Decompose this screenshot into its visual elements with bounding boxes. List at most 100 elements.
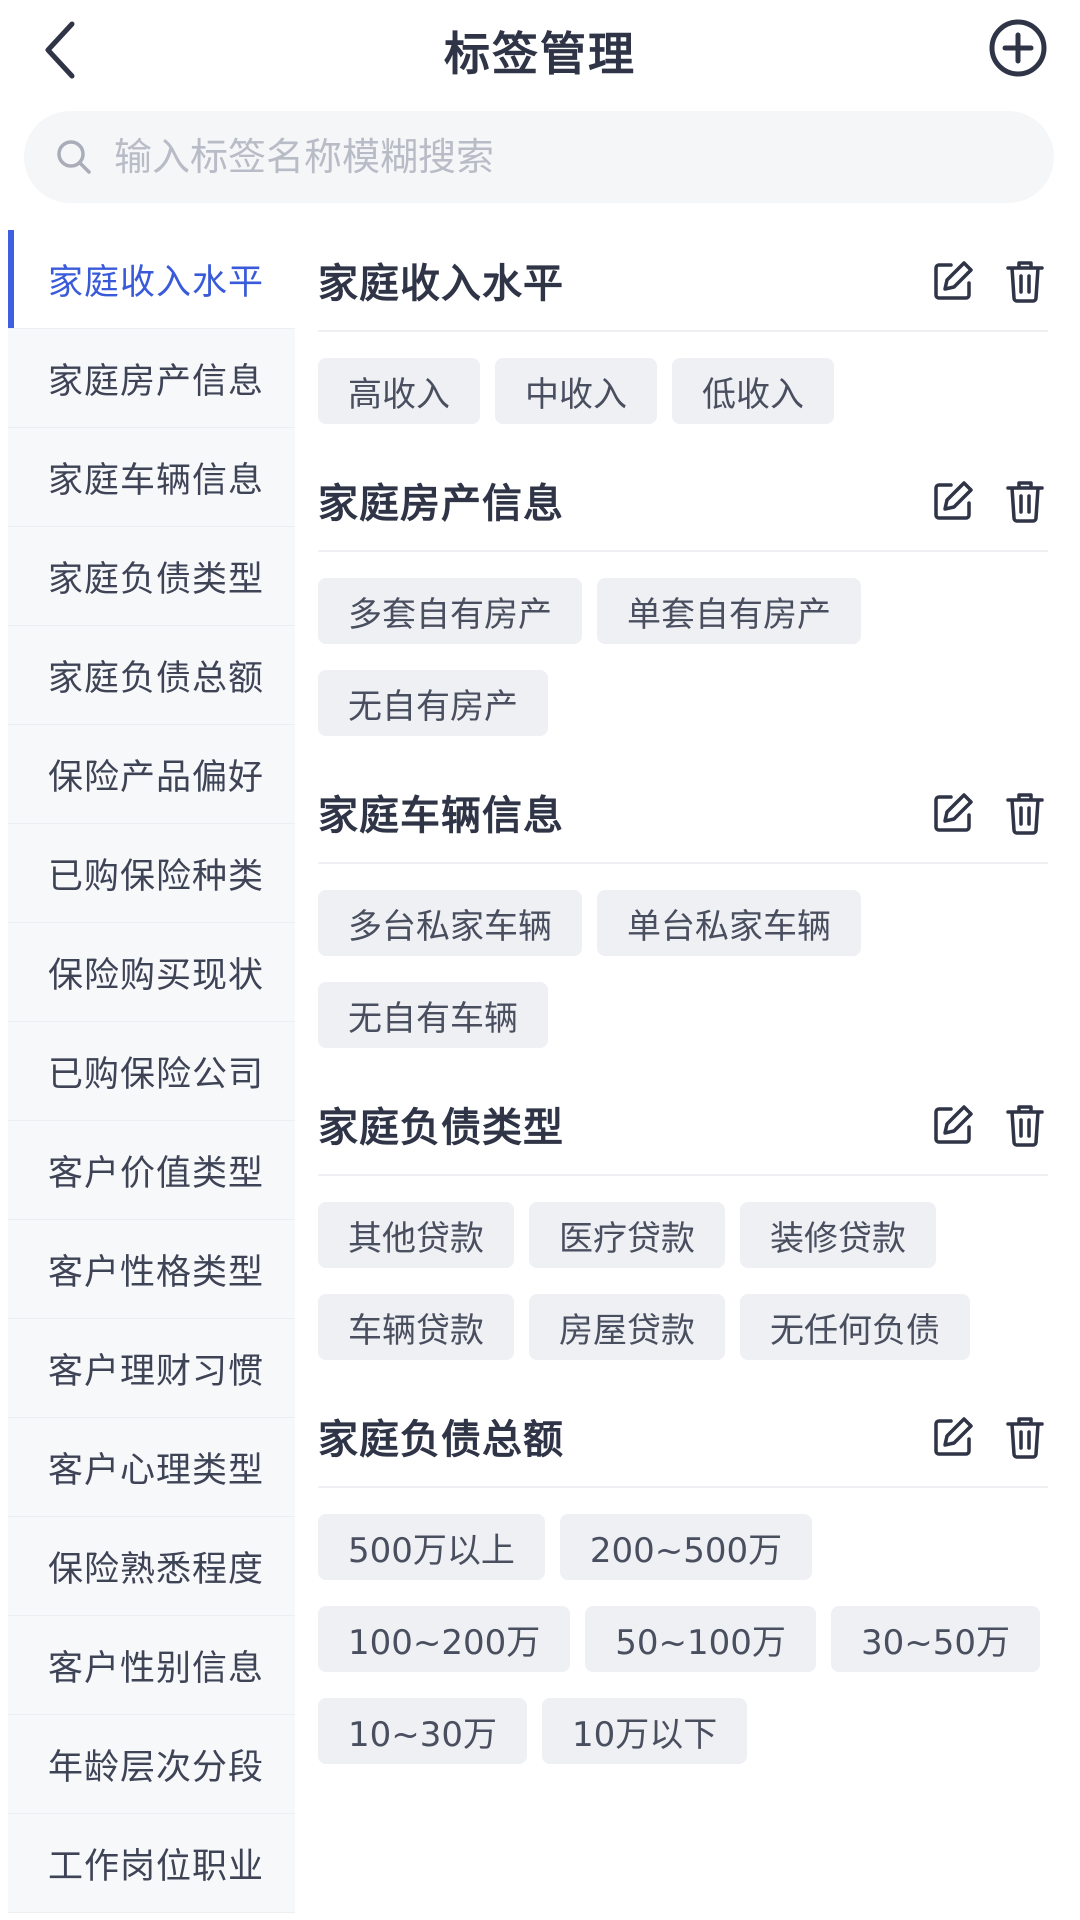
tag-group-title: 家庭收入水平 bbox=[318, 261, 564, 307]
sidebar-item-purchased-insurance-type[interactable]: 已购保险种类 bbox=[8, 824, 295, 923]
tag-chip[interactable]: 单台私家车辆 bbox=[597, 890, 861, 956]
tag-group-list: 家庭收入水平 高收入 中收入 低收入 家庭房产信息 多套自有房产 单套自有房产 … bbox=[318, 230, 1048, 1790]
sidebar-item-label: 家庭收入水平 bbox=[48, 262, 265, 303]
tag-chip[interactable]: 医疗贷款 bbox=[529, 1202, 725, 1268]
tag-list: 高收入 中收入 低收入 bbox=[318, 332, 1048, 424]
tag-group: 家庭车辆信息 多台私家车辆 单台私家车辆 无自有车辆 bbox=[318, 762, 1048, 1048]
header: 标签管理 bbox=[0, 0, 1080, 110]
tag-group-actions bbox=[930, 790, 1048, 836]
sidebar-item-occupation[interactable]: 工作岗位职业 bbox=[8, 1814, 295, 1913]
sidebar-item-customer-gender[interactable]: 客户性别信息 bbox=[8, 1616, 295, 1715]
tag-chip[interactable]: 单套自有房产 bbox=[597, 578, 861, 644]
sidebar-item-label: 家庭车辆信息 bbox=[48, 460, 265, 501]
sidebar-item-insurance-familiarity[interactable]: 保险熟悉程度 bbox=[8, 1517, 295, 1616]
delete-button[interactable] bbox=[1002, 258, 1048, 304]
search-bar[interactable] bbox=[24, 111, 1054, 203]
edit-button[interactable] bbox=[930, 1414, 976, 1460]
edit-button[interactable] bbox=[930, 258, 976, 304]
trash-icon bbox=[1006, 1105, 1044, 1147]
tag-group-header: 家庭负债类型 bbox=[318, 1074, 1048, 1176]
tag-group-header: 家庭房产信息 bbox=[318, 450, 1048, 552]
search-icon bbox=[57, 140, 91, 174]
tag-group-header: 家庭收入水平 bbox=[318, 230, 1048, 332]
tag-group-actions bbox=[930, 1414, 1048, 1460]
tag-list: 多台私家车辆 单台私家车辆 无自有车辆 bbox=[318, 864, 1048, 1048]
tag-chip[interactable]: 200~500万 bbox=[559, 1514, 813, 1580]
search-input[interactable] bbox=[112, 134, 976, 180]
tag-chip[interactable]: 中收入 bbox=[495, 358, 657, 424]
sidebar-item-debt-total[interactable]: 家庭负债总额 bbox=[8, 626, 295, 725]
sidebar-item-label: 年龄层次分段 bbox=[48, 1747, 265, 1788]
tag-chip[interactable]: 高收入 bbox=[318, 358, 480, 424]
tag-chip[interactable]: 10万以下 bbox=[542, 1698, 748, 1764]
sidebar-item-household-income[interactable]: 家庭收入水平 bbox=[8, 230, 295, 329]
tag-group-actions bbox=[930, 1102, 1048, 1148]
plus-circle-icon bbox=[989, 19, 1047, 77]
tag-chip[interactable]: 低收入 bbox=[672, 358, 834, 424]
sidebar-item-label: 已购保险公司 bbox=[48, 1054, 265, 1095]
sidebar-item-finance-habit[interactable]: 客户理财习惯 bbox=[8, 1319, 295, 1418]
tag-chip[interactable]: 无任何负债 bbox=[740, 1294, 970, 1360]
add-button[interactable] bbox=[986, 16, 1050, 80]
sidebar-item-insurance-status[interactable]: 保险购买现状 bbox=[8, 923, 295, 1022]
tag-chip[interactable]: 100~200万 bbox=[318, 1606, 571, 1672]
tag-group-title: 家庭房产信息 bbox=[318, 481, 564, 527]
tag-chip[interactable]: 10~30万 bbox=[318, 1698, 528, 1764]
tag-group: 家庭收入水平 高收入 中收入 低收入 bbox=[318, 230, 1048, 424]
sidebar-item-insurance-company[interactable]: 已购保险公司 bbox=[8, 1022, 295, 1121]
sidebar-item-customer-value[interactable]: 客户价值类型 bbox=[8, 1121, 295, 1220]
edit-icon bbox=[934, 1417, 973, 1456]
tag-list: 500万以上 200~500万 100~200万 50~100万 30~50万 … bbox=[318, 1488, 1048, 1764]
tag-chip[interactable]: 装修贷款 bbox=[740, 1202, 936, 1268]
edit-button[interactable] bbox=[930, 478, 976, 524]
tag-chip[interactable]: 多套自有房产 bbox=[318, 578, 582, 644]
sidebar-item-label: 保险产品偏好 bbox=[48, 757, 265, 798]
sidebar-item-label: 家庭房产信息 bbox=[48, 361, 265, 402]
tag-chip[interactable]: 多台私家车辆 bbox=[318, 890, 582, 956]
sidebar-item-label: 工作岗位职业 bbox=[48, 1846, 265, 1887]
tag-list: 其他贷款 医疗贷款 装修贷款 车辆贷款 房屋贷款 无任何负债 bbox=[318, 1176, 1048, 1360]
edit-icon bbox=[934, 793, 973, 832]
sidebar-item-insurance-preference[interactable]: 保险产品偏好 bbox=[8, 725, 295, 824]
sidebar: 家庭收入水平 家庭房产信息 家庭车辆信息 家庭负债类型 家庭负债总额 保险产品偏… bbox=[8, 230, 295, 1913]
sidebar-item-age-segment[interactable]: 年龄层次分段 bbox=[8, 1715, 295, 1814]
tag-chip[interactable]: 无自有车辆 bbox=[318, 982, 548, 1048]
edit-button[interactable] bbox=[930, 790, 976, 836]
tag-group-title: 家庭车辆信息 bbox=[318, 793, 564, 839]
delete-button[interactable] bbox=[1002, 790, 1048, 836]
tag-group-actions bbox=[930, 478, 1048, 524]
tag-chip[interactable]: 500万以上 bbox=[318, 1514, 545, 1580]
tag-chip[interactable]: 房屋贷款 bbox=[529, 1294, 725, 1360]
sidebar-item-label: 家庭负债总额 bbox=[48, 658, 265, 699]
tag-group: 家庭负债总额 500万以上 200~500万 100~200万 50~100万 … bbox=[318, 1386, 1048, 1764]
sidebar-item-customer-personality[interactable]: 客户性格类型 bbox=[8, 1220, 295, 1319]
tag-chip[interactable]: 无自有房产 bbox=[318, 670, 548, 736]
tag-chip[interactable]: 车辆贷款 bbox=[318, 1294, 514, 1360]
delete-button[interactable] bbox=[1002, 1102, 1048, 1148]
tag-group: 家庭负债类型 其他贷款 医疗贷款 装修贷款 车辆贷款 房屋贷款 无任何负债 bbox=[318, 1074, 1048, 1360]
tag-chip[interactable]: 其他贷款 bbox=[318, 1202, 514, 1268]
tag-list: 多套自有房产 单套自有房产 无自有房产 bbox=[318, 552, 1048, 736]
sidebar-item-label: 保险购买现状 bbox=[48, 955, 265, 996]
sidebar-item-household-vehicle[interactable]: 家庭车辆信息 bbox=[8, 428, 295, 527]
edit-button[interactable] bbox=[930, 1102, 976, 1148]
trash-icon bbox=[1006, 793, 1044, 835]
tag-group-header: 家庭负债总额 bbox=[318, 1386, 1048, 1488]
page-title: 标签管理 bbox=[444, 27, 636, 81]
tag-group: 家庭房产信息 多套自有房产 单套自有房产 无自有房产 bbox=[318, 450, 1048, 736]
sidebar-item-debt-type[interactable]: 家庭负债类型 bbox=[8, 527, 295, 626]
tag-chip[interactable]: 50~100万 bbox=[585, 1606, 816, 1672]
edit-icon bbox=[934, 481, 973, 520]
trash-icon bbox=[1006, 261, 1044, 303]
sidebar-item-customer-psychology[interactable]: 客户心理类型 bbox=[8, 1418, 295, 1517]
sidebar-item-label: 客户理财习惯 bbox=[48, 1351, 265, 1392]
sidebar-item-label: 已购保险种类 bbox=[48, 856, 265, 897]
delete-button[interactable] bbox=[1002, 1414, 1048, 1460]
sidebar-item-label: 保险熟悉程度 bbox=[48, 1549, 265, 1590]
tag-chip[interactable]: 30~50万 bbox=[830, 1606, 1040, 1672]
delete-button[interactable] bbox=[1002, 478, 1048, 524]
sidebar-item-label: 客户性格类型 bbox=[48, 1252, 265, 1293]
sidebar-item-label: 客户性别信息 bbox=[48, 1648, 265, 1689]
sidebar-item-household-property[interactable]: 家庭房产信息 bbox=[8, 329, 295, 428]
sidebar-item-label: 客户价值类型 bbox=[48, 1153, 265, 1194]
